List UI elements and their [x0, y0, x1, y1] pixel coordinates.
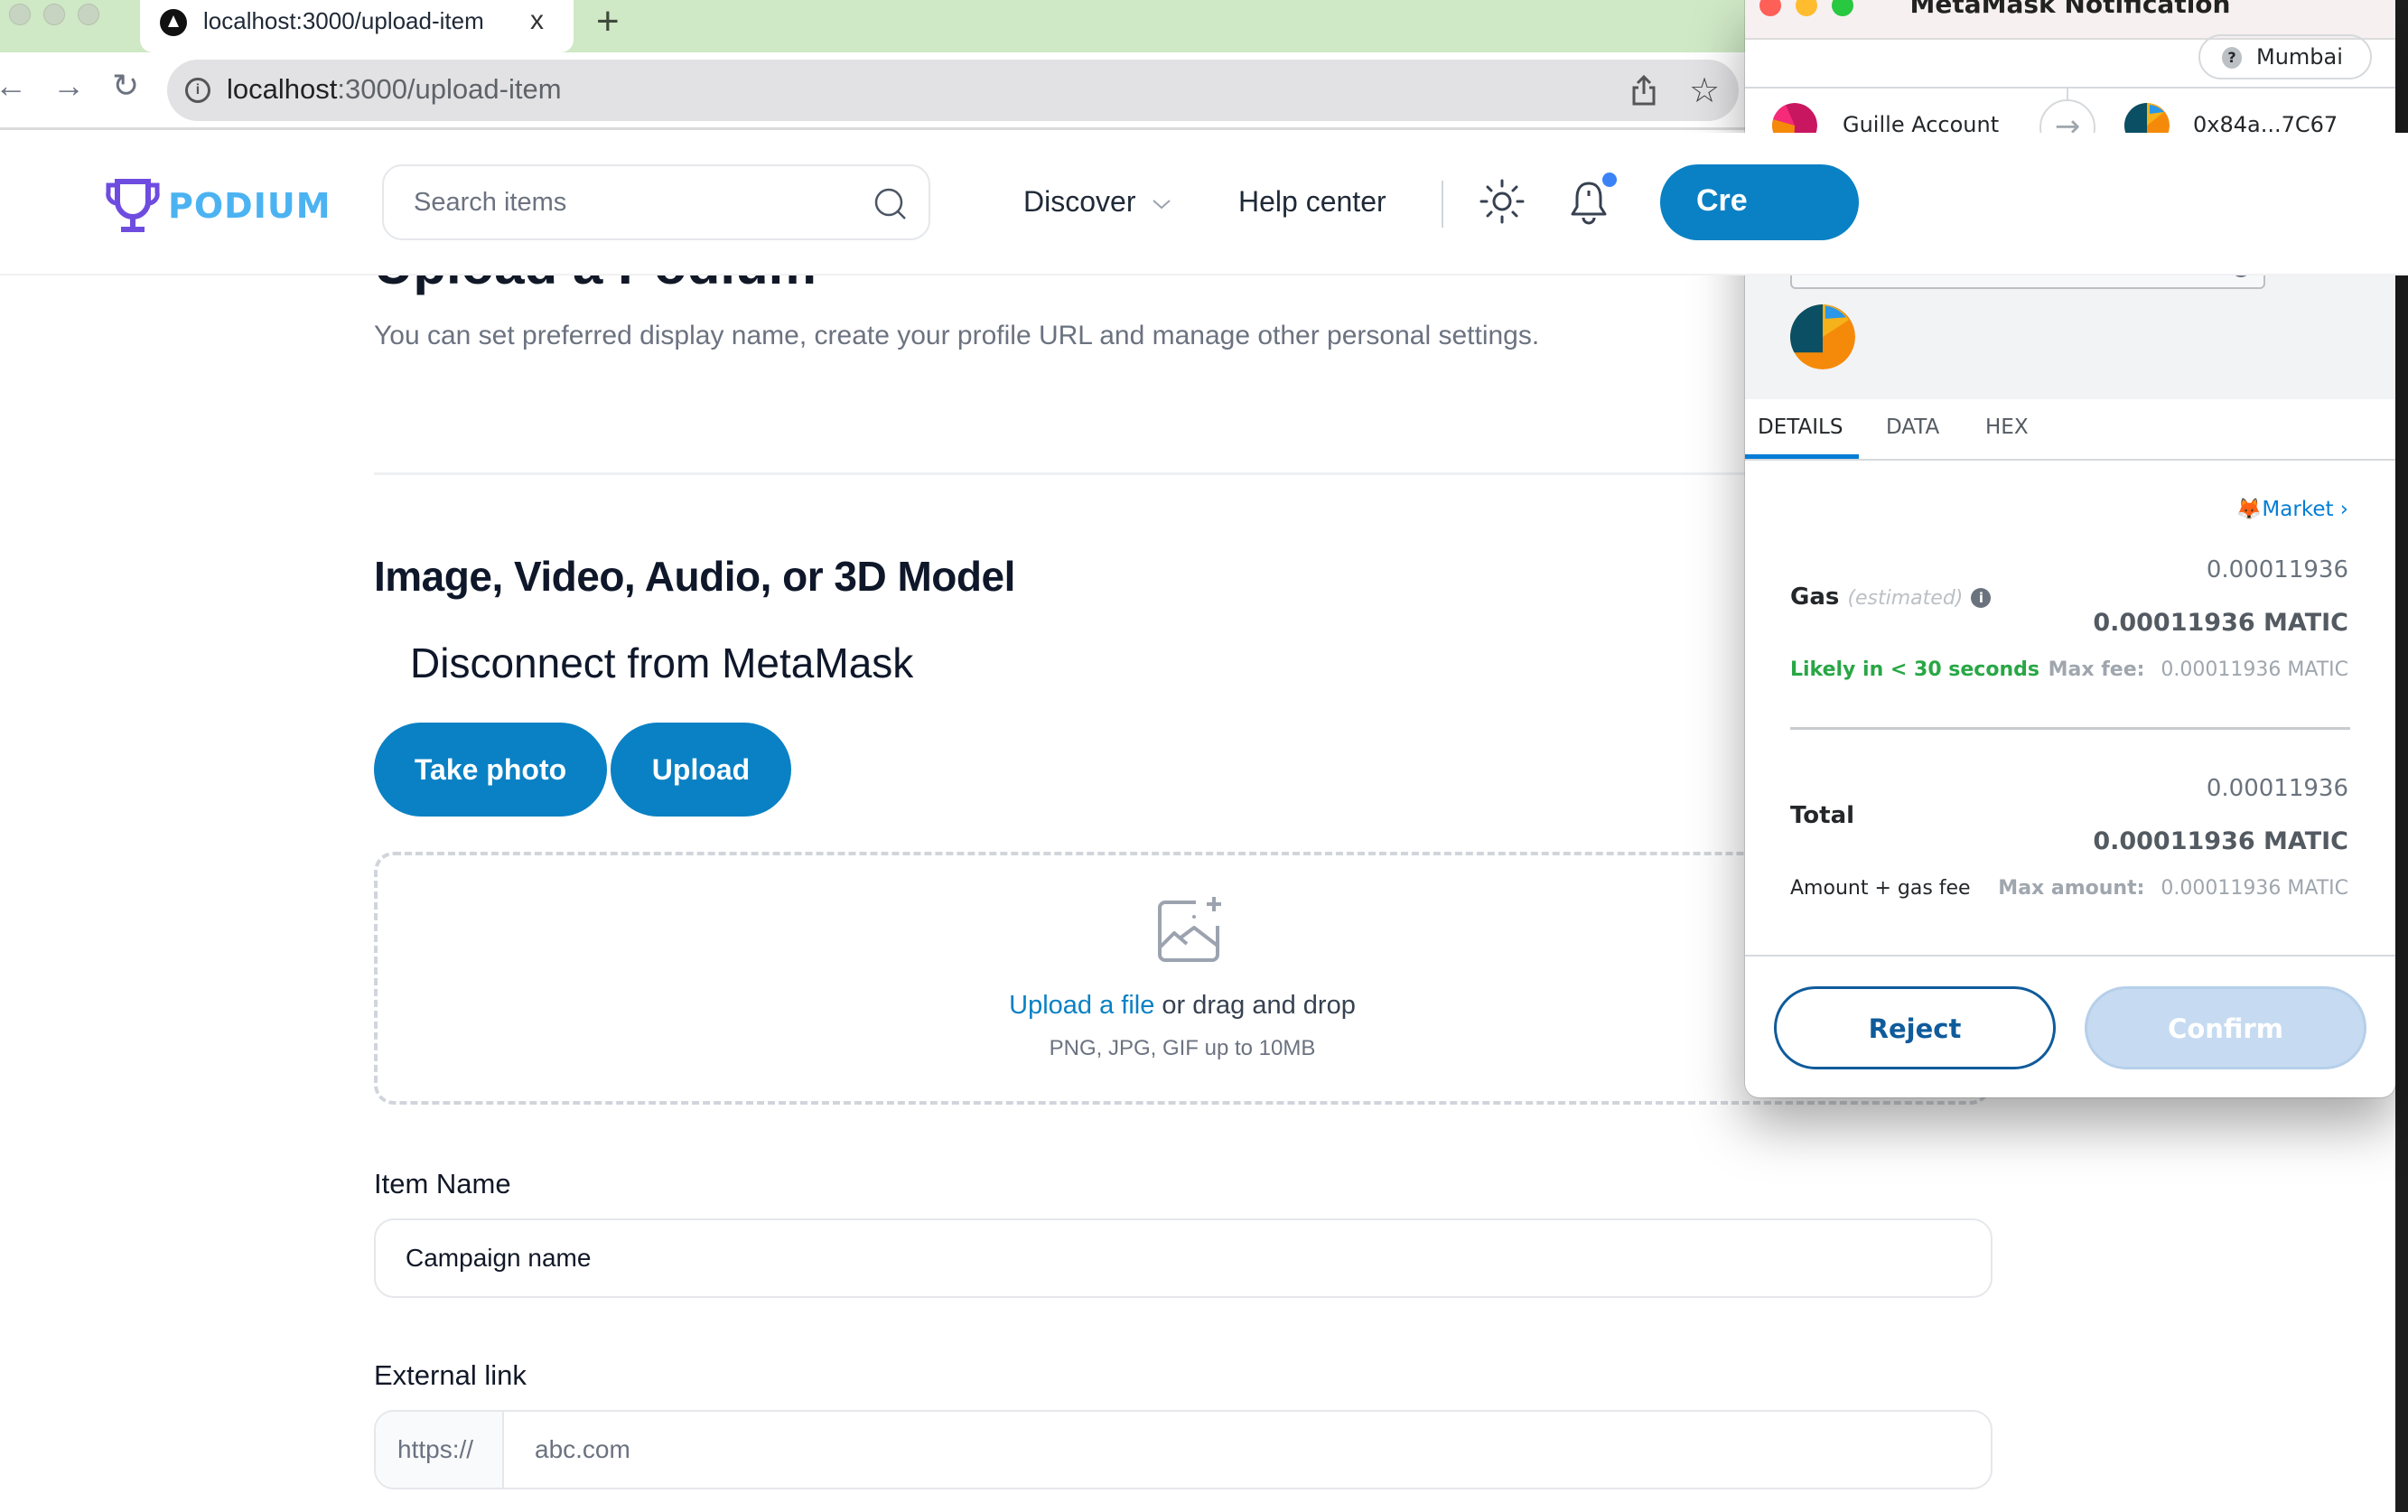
nav-help-center[interactable]: Help center [1238, 185, 1386, 219]
upload-file-link[interactable]: Upload a file [1009, 991, 1154, 1020]
external-link-label: External link [374, 1359, 527, 1391]
window-close-light[interactable] [9, 4, 31, 25]
url-prefix: https:// [376, 1412, 504, 1488]
max-amount: Max amount: 0.00011936 MATIC [1998, 877, 2348, 900]
gas-amount-primary: 0.00011936 MATIC [2093, 609, 2348, 637]
nav-discover[interactable]: Discover [1023, 185, 1172, 219]
address-bar[interactable]: i localhost:3000/upload-item ☆ [167, 60, 1739, 121]
site-header: PODIUM Search items Discover Help center [0, 133, 2408, 275]
external-link-placeholder: abc.com [535, 1435, 630, 1463]
tab-data[interactable]: DATA [1886, 415, 1939, 439]
page-subtitle: You can set preferred display name, crea… [374, 321, 1540, 350]
item-name-value: Campaign name [406, 1244, 592, 1272]
tab-hex[interactable]: HEX [1985, 415, 2029, 439]
create-button[interactable]: Cre [1660, 164, 1859, 240]
image-add-icon [1158, 897, 1221, 962]
site-info-icon[interactable]: i [185, 78, 210, 103]
browser-tab-active[interactable]: localhost:3000/upload-item x [140, 0, 574, 52]
network-unknown-icon: ? [2222, 47, 2242, 69]
metamask-fox-icon: 🦊 [2235, 498, 2263, 521]
theme-toggle-sun-icon[interactable] [1479, 176, 1525, 227]
back-button[interactable]: ← [0, 67, 27, 105]
upload-button[interactable]: Upload [611, 723, 791, 817]
vercel-favicon-icon [160, 9, 187, 36]
gas-market-selector[interactable]: 🦊Market › [2236, 497, 2348, 521]
disconnect-metamask-button[interactable]: Disconnect from MetaMask [410, 639, 913, 687]
total-amount-primary: 0.00011936 MATIC [2093, 827, 2348, 855]
new-tab-button[interactable]: + [596, 0, 620, 43]
details-separator [1790, 727, 2350, 730]
search-placeholder: Search items [414, 188, 567, 217]
nav-divider [1442, 181, 1443, 228]
external-link-input[interactable]: https:// abc.com [374, 1410, 1993, 1489]
window-minimize-light[interactable] [43, 4, 65, 25]
notification-badge [1602, 173, 1617, 187]
tab-details[interactable]: DETAILS [1758, 415, 1843, 439]
trophy-icon [106, 179, 160, 232]
media-section-heading: Image, Video, Audio, or 3D Model [374, 553, 1015, 600]
chevron-right-icon: › [2339, 498, 2348, 521]
tab-close-icon[interactable]: x [530, 5, 544, 36]
confirm-button[interactable]: Confirm [2085, 986, 2366, 1069]
contract-avatar [1790, 304, 1855, 369]
search-input[interactable]: Search items [382, 164, 930, 240]
mm-window-title: MetaMask Notification [1909, 0, 2231, 19]
item-name-input[interactable]: Campaign name [374, 1218, 1993, 1298]
forward-button[interactable]: → [52, 67, 85, 105]
gas-speed-estimate: Likely in < 30 seconds [1790, 658, 2039, 681]
share-icon[interactable] [1630, 74, 1657, 107]
network-selector[interactable]: ? Mumbai [2198, 34, 2372, 79]
bookmark-star-icon[interactable]: ☆ [1689, 70, 1720, 111]
total-description: Amount + gas fee [1790, 877, 1971, 900]
podium-logo[interactable]: PODIUM [105, 178, 331, 234]
total-label: Total [1790, 802, 1855, 829]
mm-tab-bar: DETAILS DATA HEX [1745, 399, 2395, 461]
active-tab-indicator [1745, 454, 1859, 459]
footer-separator [1745, 955, 2395, 957]
reload-button[interactable]: ↻ [112, 67, 139, 105]
total-amount-secondary: 0.00011936 [2206, 775, 2348, 802]
gas-info-icon[interactable]: i [1971, 587, 1992, 608]
max-fee: Max fee: 0.00011936 MATIC [2048, 658, 2348, 681]
gas-amount-secondary: 0.00011936 [2206, 556, 2348, 583]
item-name-label: Item Name [374, 1168, 511, 1199]
brand-name: PODIUM [168, 186, 331, 226]
reject-button[interactable]: Reject [1774, 986, 2056, 1069]
take-photo-button[interactable]: Take photo [374, 723, 607, 817]
window-zoom-light[interactable] [78, 4, 99, 25]
search-icon[interactable] [873, 186, 909, 222]
gas-label: Gas (estimated) i [1790, 583, 1992, 611]
tab-title: localhost:3000/upload-item [203, 7, 484, 34]
chevron-down-icon [1153, 200, 1171, 210]
network-name: Mumbai [2256, 44, 2343, 70]
address-url[interactable]: localhost:3000/upload-item [227, 73, 562, 106]
